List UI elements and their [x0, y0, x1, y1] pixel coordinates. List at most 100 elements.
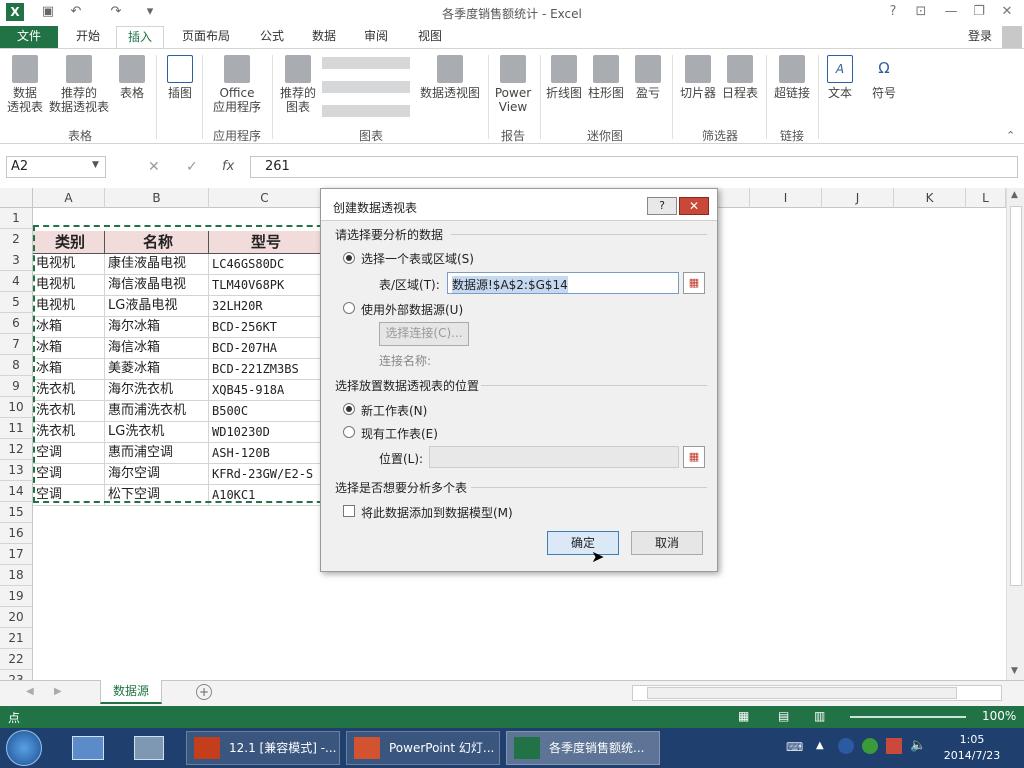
add-to-model-label[interactable]: 将此数据添加到数据模型(M) — [361, 504, 513, 521]
select-all-corner[interactable] — [0, 188, 33, 208]
column-header-k[interactable]: K — [894, 188, 966, 208]
vertical-scrollbar[interactable]: ▲ ▼ — [1006, 188, 1024, 680]
row-header[interactable]: 17 — [0, 544, 33, 565]
column-header-i[interactable]: I — [750, 188, 822, 208]
tab-page-layout[interactable]: 页面布局 — [174, 26, 238, 48]
tab-file[interactable]: 文件 — [0, 26, 58, 48]
row-header[interactable]: 16 — [0, 523, 33, 544]
sheet-tab-source[interactable]: 数据源 — [100, 680, 162, 704]
row-header[interactable]: 18 — [0, 565, 33, 586]
range-picker-icon[interactable]: ▦ — [683, 272, 705, 294]
tray-expand-icon[interactable]: ▲ — [816, 740, 824, 751]
add-sheet-icon[interactable]: + — [196, 684, 212, 700]
radio-new-sheet[interactable] — [343, 403, 355, 415]
row-header[interactable]: 8 — [0, 355, 33, 376]
tray-app-icon[interactable] — [862, 738, 878, 754]
zoom-slider[interactable] — [850, 716, 966, 718]
dialog-help-button[interactable]: ? — [647, 197, 677, 215]
scroll-up-icon[interactable]: ▲ — [1011, 190, 1018, 200]
row-header[interactable]: 7 — [0, 334, 33, 355]
login-link[interactable]: 登录 — [962, 26, 998, 48]
radio-select-range[interactable] — [343, 252, 355, 264]
row-header[interactable]: 20 — [0, 607, 33, 628]
row-header[interactable]: 9 — [0, 376, 33, 397]
cancel-entry-icon[interactable]: ✕ — [148, 159, 160, 175]
name-box[interactable]: A2 — [6, 156, 106, 178]
row-header[interactable]: 21 — [0, 628, 33, 649]
table-button[interactable]: 表格 — [114, 55, 150, 100]
recommended-pivot-button[interactable]: 推荐的 数据透视表 — [48, 55, 110, 114]
radio-external-source[interactable] — [343, 302, 355, 314]
tab-review[interactable]: 审阅 — [356, 26, 396, 48]
row-header[interactable]: 11 — [0, 418, 33, 439]
sheet-prev-icon[interactable]: ◀ — [26, 686, 34, 697]
text-button[interactable]: A 文本 — [822, 55, 858, 100]
row-header[interactable]: 2 — [0, 229, 33, 251]
hyperlink-button[interactable]: 超链接 — [770, 55, 814, 100]
tab-insert[interactable]: 插入 — [116, 26, 164, 48]
page-layout-view-icon[interactable]: ▤ — [778, 709, 789, 723]
recommended-charts-button[interactable]: 推荐的 图表 — [276, 55, 320, 114]
zoom-level[interactable]: 100% — [982, 709, 1016, 723]
help-icon[interactable]: ? — [880, 0, 906, 24]
page-break-view-icon[interactable]: ▥ — [814, 709, 825, 723]
sparkline-line-button[interactable]: 折线图 — [544, 55, 584, 100]
row-header[interactable]: 15 — [0, 502, 33, 523]
sparkline-column-button[interactable]: 柱形图 — [586, 55, 626, 100]
scroll-down-icon[interactable]: ▼ — [1011, 666, 1018, 676]
radio-select-range-label[interactable]: 选择一个表或区域(S) — [361, 250, 474, 267]
range-input[interactable]: 数据源!$A$2:$G$14 — [447, 272, 679, 294]
location-picker-icon[interactable]: ▦ — [683, 446, 705, 468]
tab-formulas[interactable]: 公式 — [252, 26, 292, 48]
start-button-icon[interactable] — [6, 730, 42, 766]
radio-existing-sheet[interactable] — [343, 426, 355, 438]
hscroll-thumb[interactable] — [647, 687, 957, 699]
cancel-button[interactable]: 取消 — [631, 531, 703, 555]
pivot-chart-button[interactable]: 数据透视图 — [418, 55, 482, 100]
formula-input[interactable]: 261 — [250, 156, 1018, 178]
keyboard-icon[interactable]: ⌨ — [786, 740, 803, 754]
show-desktop-icon[interactable] — [72, 736, 104, 760]
illustrations-button[interactable]: 插图 — [162, 55, 198, 100]
row-header[interactable]: 13 — [0, 460, 33, 481]
symbol-button[interactable]: Ω 符号 — [866, 55, 902, 100]
radio-existing-sheet-label[interactable]: 现有工作表(E) — [361, 425, 438, 442]
normal-view-icon[interactable]: ▦ — [738, 709, 749, 723]
confirm-entry-icon[interactable]: ✓ — [186, 159, 198, 175]
row-header[interactable]: 4 — [0, 271, 33, 292]
row-header[interactable]: 10 — [0, 397, 33, 418]
timeline-button[interactable]: 日程表 — [720, 55, 760, 100]
minimize-button[interactable]: — — [938, 0, 964, 24]
row-header[interactable]: 12 — [0, 439, 33, 460]
ok-button[interactable]: 确定 — [547, 531, 619, 555]
column-header-c[interactable]: C — [209, 188, 321, 208]
insert-function-icon[interactable]: fx — [222, 159, 234, 174]
row-header[interactable]: 19 — [0, 586, 33, 607]
tab-home[interactable]: 开始 — [68, 26, 108, 48]
close-button[interactable]: ✕ — [994, 0, 1020, 24]
collapse-ribbon-icon[interactable]: ⌃ — [1006, 129, 1015, 142]
row-header[interactable]: 5 — [0, 292, 33, 313]
clock-time[interactable]: 1:05 — [940, 733, 1004, 746]
dialog-close-button[interactable]: ✕ — [679, 197, 709, 215]
chart-types-gallery[interactable] — [322, 57, 414, 123]
explorer-icon[interactable] — [134, 736, 164, 760]
radio-external-source-label[interactable]: 使用外部数据源(U) — [361, 301, 463, 318]
tab-data[interactable]: 数据 — [304, 26, 344, 48]
power-view-button[interactable]: Power View — [492, 55, 534, 114]
add-to-model-checkbox[interactable] — [343, 505, 355, 517]
radio-new-sheet-label[interactable]: 新工作表(N) — [361, 402, 427, 419]
name-box-dropdown-icon[interactable]: ▼ — [92, 160, 99, 170]
horizontal-scrollbar[interactable] — [632, 685, 1002, 701]
row-header[interactable]: 1 — [0, 208, 33, 229]
office-apps-button[interactable]: Office 应用程序 — [206, 55, 268, 114]
location-input[interactable] — [429, 446, 679, 468]
row-header[interactable]: 14 — [0, 481, 33, 502]
row-header[interactable]: 22 — [0, 649, 33, 670]
column-header-j[interactable]: J — [822, 188, 894, 208]
ribbon-display-icon[interactable]: ⊡ — [908, 0, 934, 24]
column-header-l[interactable]: L — [966, 188, 1006, 208]
user-avatar-icon[interactable] — [1002, 26, 1022, 48]
slicer-button[interactable]: 切片器 — [678, 55, 718, 100]
scroll-thumb[interactable] — [1010, 206, 1022, 586]
